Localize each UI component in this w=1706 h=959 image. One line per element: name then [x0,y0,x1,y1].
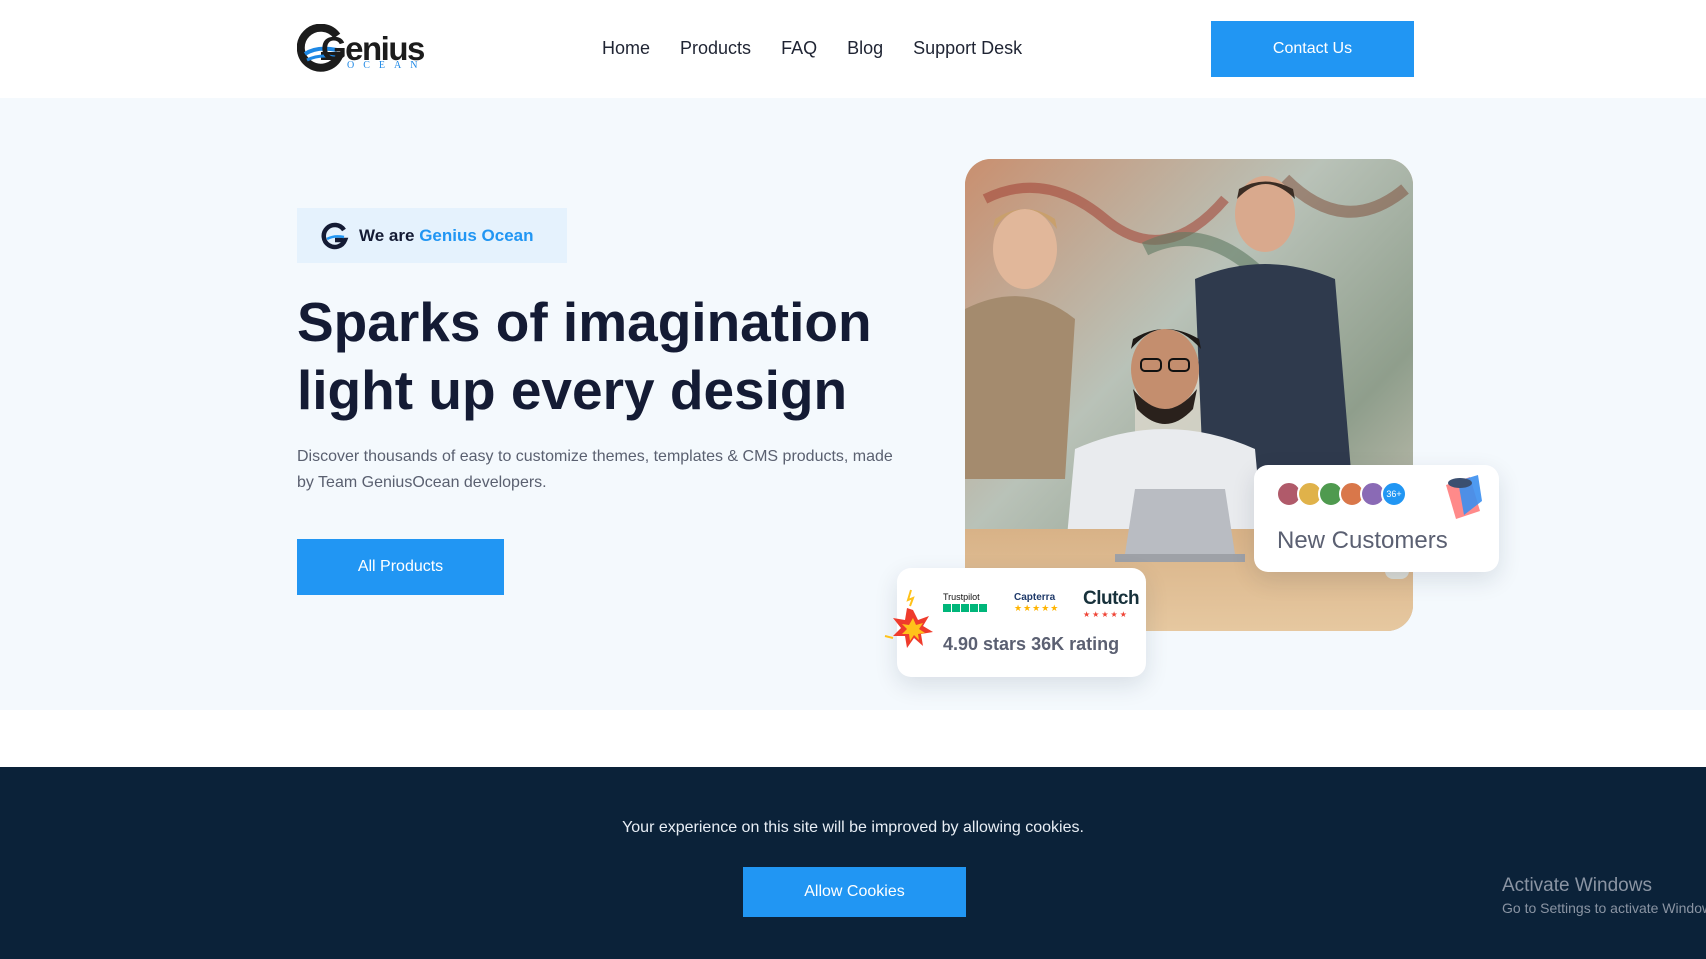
all-products-button[interactable]: All Products [297,539,504,595]
rating-summary: 4.90 stars 36K rating [943,634,1120,654]
clutch-label: Clutch [1083,588,1140,609]
windows-activation-watermark: Activate Windows Go to Settings to activ… [1502,874,1706,918]
hero-description: Discover thousands of easy to customize … [297,448,893,491]
genius-g-icon [321,222,349,249]
watermark-title: Activate Windows [1502,875,1652,896]
customer-avatars: 36+ [1276,481,1407,507]
hero-section: We are Genius Ocean Sparks of imaginatio… [0,98,1706,710]
nav-products[interactable]: Products [680,36,751,60]
headline-line-2: light up every design [297,359,848,421]
badge-text: We are Genius Ocean [359,226,534,246]
allow-cookies-button[interactable]: Allow Cookies [743,867,966,917]
hero-headline: Sparks of imagination light up every des… [297,288,917,424]
clutch-logo: Clutch ★★★★★ [1083,588,1140,619]
cookie-message: Your experience on this site will be imp… [622,819,1084,836]
nav-support-desk[interactable]: Support Desk [913,36,1022,60]
intro-badge: We are Genius Ocean [297,208,567,263]
capterra-stars: ★★★★★ [1014,603,1060,613]
site-header: Genius OCEAN Home Products FAQ Blog Supp… [0,0,1706,98]
burst-icon [884,589,933,648]
capterra-label: Capterra [1014,592,1056,603]
cylinder-icon [1446,475,1482,519]
cookie-consent-bar: Your experience on this site will be imp… [0,767,1706,959]
contact-us-button[interactable]: Contact Us [1211,21,1414,77]
rating-card: Trustpilot Capterra ★★★★★ Clutch ★★★★★ 4… [884,568,1146,677]
nav-faq[interactable]: FAQ [781,36,817,60]
genius-ocean-logo[interactable]: Genius OCEAN [297,24,431,76]
headline-line-1: Sparks of imagination [297,291,872,353]
badge-brand: Genius Ocean [419,225,534,245]
avatar-count-badge: 36+ [1381,481,1407,507]
trustpilot-label: Trustpilot [943,592,980,602]
capterra-logo: Capterra ★★★★★ [1014,592,1059,614]
watermark-subtitle: Go to Settings to activate Windows. [1502,900,1706,916]
trustpilot-stars [943,604,987,612]
nav-blog[interactable]: Blog [847,36,883,60]
main-nav: Home Products FAQ Blog Support Desk [602,36,1052,60]
new-customers-card: 36+ New Customers [1254,465,1499,572]
new-customers-label: New Customers [1277,527,1448,554]
badge-prefix: We are [359,225,415,245]
trustpilot-logo: Trustpilot [943,592,987,612]
logo-subtext: OCEAN [347,60,427,71]
clutch-stars: ★★★★★ [1083,610,1129,619]
nav-home[interactable]: Home [602,36,650,60]
